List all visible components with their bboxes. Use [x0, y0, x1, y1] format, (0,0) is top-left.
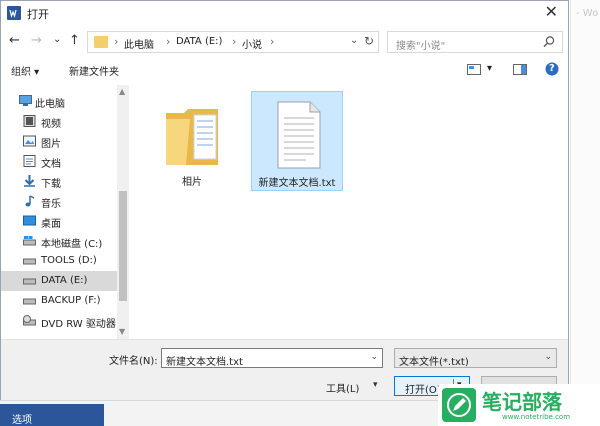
close-icon[interactable]: ✕: [545, 3, 558, 21]
download-icon: [24, 175, 35, 187]
scroll-down-icon[interactable]: ▼: [119, 327, 125, 336]
sidebar-item-desktop[interactable]: 桌面: [1, 211, 117, 231]
sidebar-item-drive-f[interactable]: BACKUP (F:): [1, 291, 117, 311]
folder-icon: [166, 109, 218, 165]
breadcrumb-novels[interactable]: 小说: [242, 36, 262, 51]
scroll-up-icon[interactable]: ▲: [119, 87, 125, 96]
dvd-icon: [23, 315, 36, 326]
sidebar-item-label: DATA (E:): [41, 275, 88, 286]
preview-pane-icon[interactable]: [513, 64, 527, 75]
command-bar: 组织 ▾ 新建文件夹 ▾ ?: [1, 59, 568, 81]
recent-locations-icon[interactable]: ⌄: [53, 32, 61, 48]
sidebar-item-label: 音乐: [41, 199, 61, 210]
drive-c-icon: [23, 236, 36, 246]
sidebar-item-label: 文档: [41, 159, 61, 170]
drive-icon: [23, 278, 36, 285]
sidebar-item-videos[interactable]: 视频: [1, 111, 117, 131]
sidebar-item-label: 此电脑: [35, 99, 65, 110]
view-dropdown-icon[interactable]: ▾: [487, 63, 492, 74]
picture-icon: [23, 135, 36, 147]
breadcrumb-this-pc[interactable]: 此电脑: [124, 36, 154, 51]
pencil-logo-icon: [442, 388, 476, 422]
background-options-button[interactable]: 选项: [0, 404, 104, 426]
watermark-url: www.notetribe.com: [502, 413, 571, 421]
sidebar-item-drive-d[interactable]: TOOLS (D:): [1, 251, 117, 271]
breadcrumb-separator-icon: ›: [232, 35, 237, 48]
file-type-select[interactable]: 文本文件(*.txt) ⌄: [394, 348, 557, 368]
open-button-label: 打开(O): [405, 385, 441, 396]
address-bar[interactable]: › 此电脑 › DATA (E:) › 小说 › ⌄ ↻: [87, 31, 379, 53]
breadcrumb-data-drive[interactable]: DATA (E:): [176, 36, 222, 47]
filename-value: 新建文本文档.txt: [166, 357, 243, 368]
new-folder-button[interactable]: 新建文件夹: [69, 63, 119, 78]
filename-label: 文件名(N):: [109, 356, 158, 367]
search-input[interactable]: 搜索"小说": [387, 31, 563, 53]
chevron-down-icon[interactable]: ⌄: [370, 352, 378, 362]
filename-input[interactable]: 新建文本文档.txt ⌄: [161, 348, 383, 368]
background-title-text: - Wo: [576, 8, 599, 19]
music-icon: [25, 195, 35, 207]
sidebar-item-documents[interactable]: 文档: [1, 151, 117, 171]
sidebar-item-label: DVD RW 驱动器: [41, 319, 116, 330]
open-file-dialog: 打开 ✕ ← → ⌄ ↑ › 此电脑 › DATA (E:) › 小说 › ⌄ …: [0, 0, 569, 400]
back-arrow-icon[interactable]: ←: [9, 33, 20, 49]
navigation-scrollbar[interactable]: ▲ ▼: [117, 85, 129, 339]
sidebar-item-downloads[interactable]: 下载: [1, 171, 117, 191]
search-icon[interactable]: [542, 35, 556, 49]
watermark: 笔记部落 www.notetribe.com: [438, 384, 600, 426]
view-options-icon[interactable]: [467, 64, 481, 75]
up-arrow-icon[interactable]: ↑: [69, 33, 80, 49]
chevron-down-icon[interactable]: ⌄: [350, 35, 358, 46]
sidebar-item-this-pc[interactable]: 此电脑: [1, 91, 117, 111]
sidebar-item-music[interactable]: 音乐: [1, 191, 117, 211]
refresh-icon[interactable]: ↻: [364, 34, 374, 48]
tools-dropdown-icon[interactable]: ▾: [373, 380, 378, 390]
sidebar-item-label: 本地磁盘 (C:): [41, 239, 103, 250]
sidebar-item-label: TOOLS (D:): [41, 255, 97, 266]
drive-icon: [23, 298, 36, 305]
chevron-down-icon[interactable]: ⌄: [544, 352, 552, 362]
sidebar-item-label: 下载: [41, 179, 61, 190]
file-type-value: 文本文件(*.txt): [399, 357, 469, 368]
organize-button[interactable]: 组织 ▾: [11, 63, 39, 78]
sidebar-item-label: 图片: [41, 139, 61, 150]
navigation-pane: 此电脑 视频 图片 文档 下载 音乐 桌面 本地磁盘 (C:) TOOLS (D…: [1, 85, 129, 339]
text-file-icon: [277, 101, 321, 169]
breadcrumb-separator-icon: ›: [270, 35, 275, 48]
sidebar-item-label: 桌面: [41, 219, 61, 230]
search-placeholder: 搜索"小说": [396, 41, 446, 52]
sidebar-item-label: 视频: [41, 119, 61, 130]
title-bar[interactable]: 打开 ✕: [1, 1, 568, 25]
file-item-text-document[interactable]: 新建文本文档.txt: [251, 91, 343, 191]
word-app-icon: [7, 6, 21, 20]
sidebar-item-drive-e[interactable]: DATA (E:): [1, 271, 117, 291]
file-list-view[interactable]: 相片 新建文本文档.txt: [130, 85, 568, 339]
background-window: [570, 0, 600, 426]
computer-icon: [19, 95, 32, 106]
navigation-bar: ← → ⌄ ↑ › 此电脑 › DATA (E:) › 小说 › ⌄ ↻ 搜索"…: [1, 29, 568, 55]
sidebar-item-label: BACKUP (F:): [41, 295, 101, 306]
desktop-icon: [23, 215, 36, 226]
scroll-thumb[interactable]: [119, 191, 127, 301]
document-icon: [23, 155, 36, 167]
breadcrumb-separator-icon: ›: [114, 35, 119, 48]
file-name: 相片: [182, 177, 202, 188]
sidebar-item-pictures[interactable]: 图片: [1, 131, 117, 151]
watermark-title: 笔记部落: [482, 390, 562, 414]
drive-icon: [23, 258, 36, 265]
sidebar-item-drive-c[interactable]: 本地磁盘 (C:): [1, 231, 117, 251]
forward-arrow-icon[interactable]: →: [31, 33, 42, 49]
help-glyph: ?: [549, 63, 555, 74]
file-item-photos-folder[interactable]: 相片: [146, 91, 238, 191]
folder-icon: [94, 36, 108, 48]
video-icon: [23, 115, 36, 127]
file-name: 新建文本文档.txt: [258, 178, 336, 189]
tools-button[interactable]: 工具(L): [326, 380, 359, 395]
sidebar-item-dvd-drive[interactable]: DVD RW 驱动器: [1, 311, 117, 331]
breadcrumb-separator-icon: ›: [166, 35, 171, 48]
dialog-title: 打开: [27, 8, 49, 21]
